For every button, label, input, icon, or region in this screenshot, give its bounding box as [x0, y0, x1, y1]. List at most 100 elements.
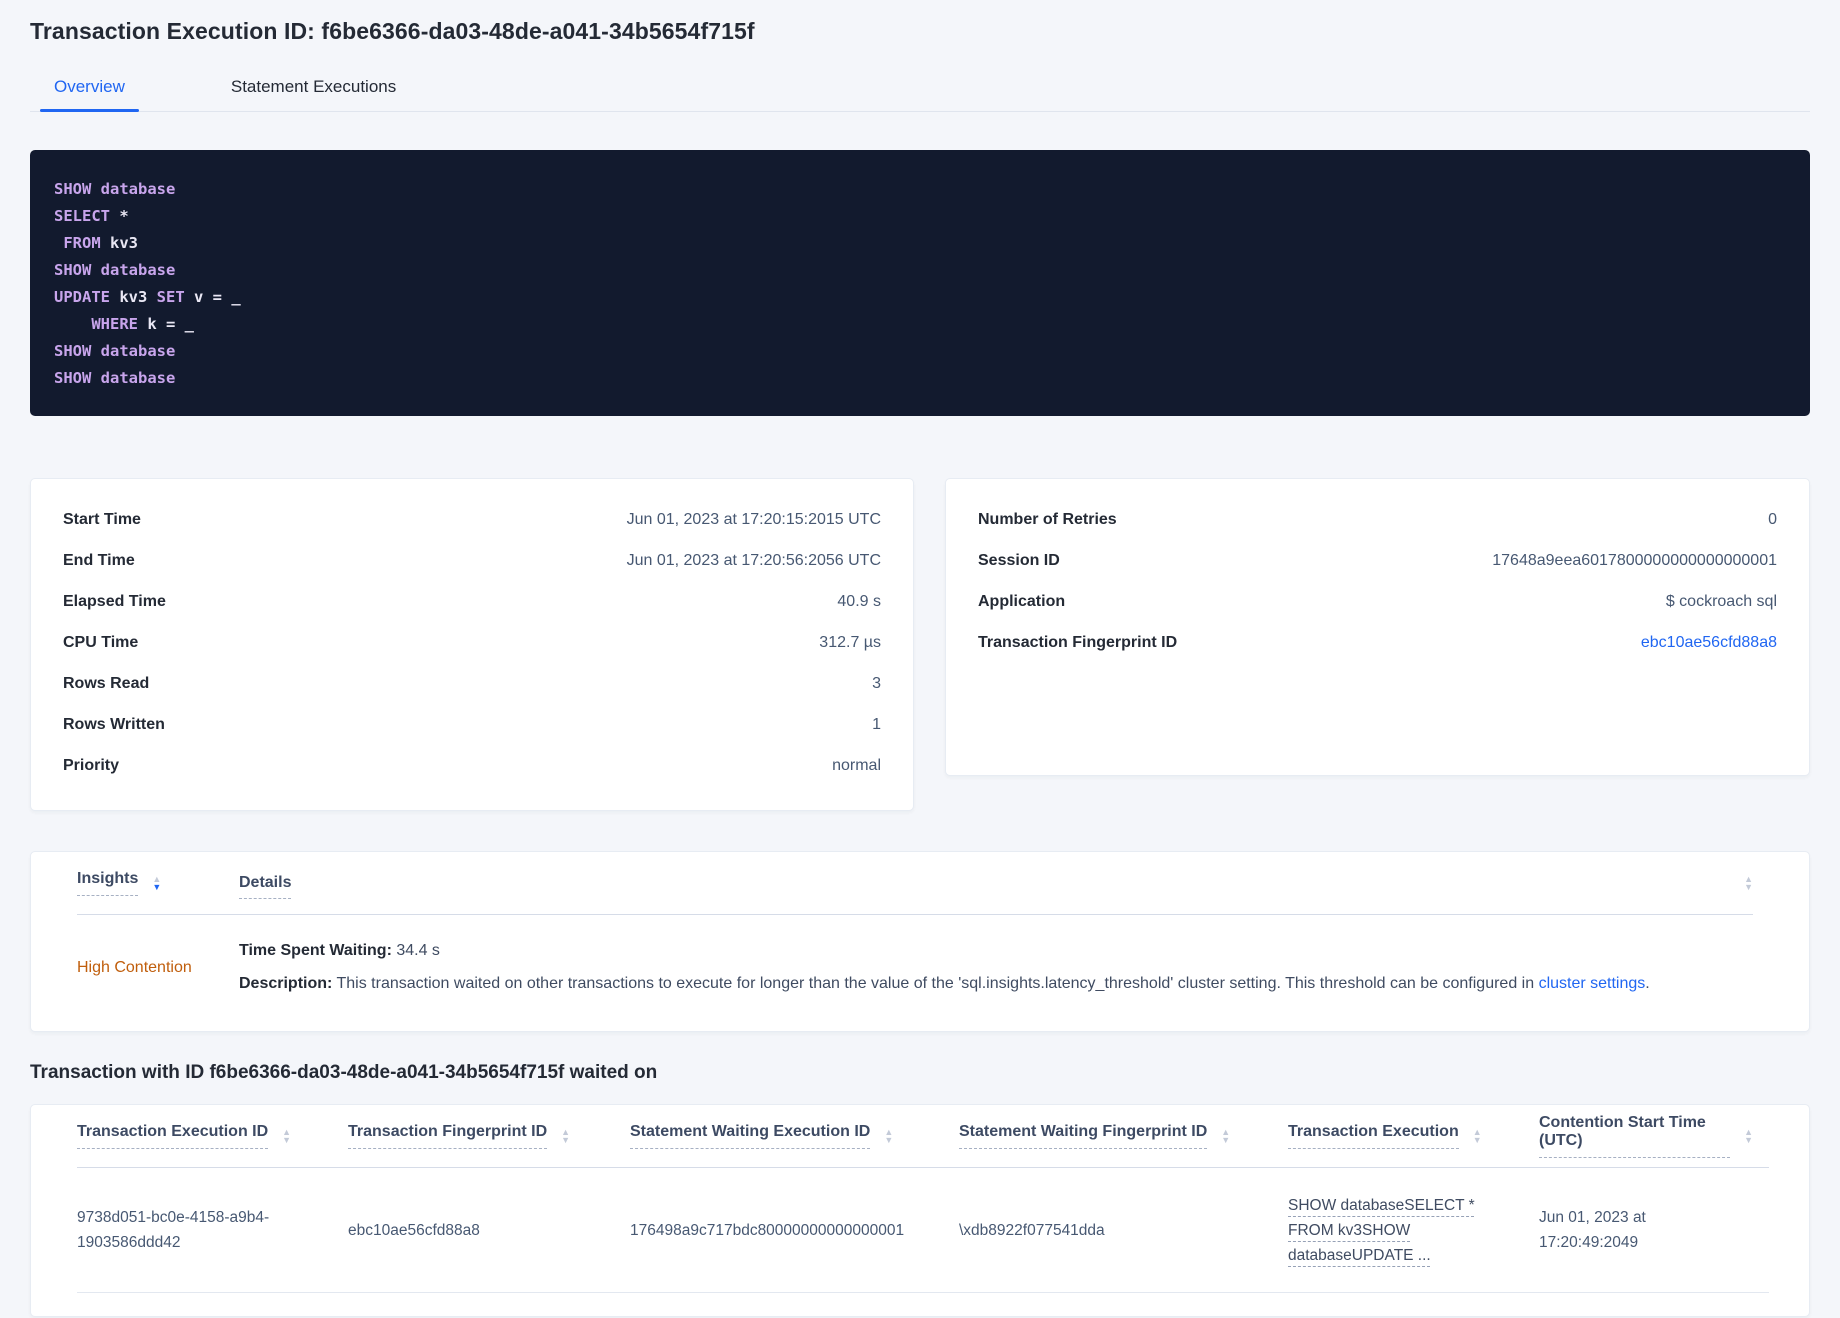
tab-overview[interactable]: Overview [40, 69, 139, 112]
time-spent-waiting-line: Time Spent Waiting: 34.4 s [239, 939, 1753, 963]
detail-label: Start Time [63, 510, 141, 528]
sql-statements-box: SHOW database SELECT * FROM kv3 SHOW datab… [30, 150, 1810, 416]
insight-row: High Contention Time Spent Waiting: 34.4… [77, 915, 1753, 1024]
detail-row: Number of Retries 0 [978, 499, 1777, 540]
cluster-settings-link[interactable]: cluster settings [1539, 975, 1646, 992]
detail-label: Rows Written [63, 715, 165, 733]
insight-type-badge: High Contention [77, 958, 192, 976]
sort-icon[interactable]: ▲ ▼ [282, 1128, 291, 1145]
detail-value: $ cockroach sql [1665, 592, 1777, 610]
transaction-fingerprint-id-cell: ebc10ae56cfd88a8 [348, 1221, 480, 1239]
detail-row: Transaction Fingerprint ID ebc10ae56cfd88… [978, 622, 1777, 663]
sql-statements-code: SHOW database SELECT * FROM kv3 SHOW datab… [54, 176, 1782, 392]
waited-on-table-header: Transaction Execution ID ▲ ▼ Transaction Fi… [77, 1105, 1769, 1168]
sort-icon[interactable]: ▲ ▼ [1744, 875, 1753, 892]
transaction-execution-cell: SHOW databaseSELECT * FROM kv3SHOW datab… [1288, 1193, 1539, 1268]
column-header-label: Transaction Execution ID [77, 1123, 269, 1149]
sql-line: SHOW database [54, 342, 176, 360]
detail-label: End Time [63, 551, 135, 569]
insights-table-header: Insights ▲ ▼ Details ▲ ▼ [77, 852, 1753, 915]
column-header[interactable]: Transaction Execution ID ▲ ▼ [77, 1123, 348, 1149]
detail-label: Application [978, 592, 1066, 610]
column-header-label: Transaction Fingerprint ID [348, 1123, 548, 1149]
details-column-label: Details [239, 874, 292, 899]
detail-row: Application $ cockroach sql [978, 581, 1777, 622]
detail-row: End Time Jun 01, 2023 at 17:20:56:2056 UT… [63, 540, 881, 581]
detail-value: 0 [1768, 510, 1777, 528]
insights-column-label: Insights [77, 870, 139, 896]
detail-value: 312.7 µs [819, 633, 881, 651]
detail-label: Transaction Fingerprint ID [978, 633, 1178, 651]
detail-label: Rows Read [63, 674, 150, 692]
column-header[interactable]: Transaction Execution ▲ ▼ [1288, 1123, 1539, 1149]
tab-bar: Overview Statement Executions [30, 69, 1810, 112]
statement-waiting-fingerprint-id-cell: \xdb8922f077541dda [959, 1221, 1105, 1239]
insights-column-header[interactable]: Insights ▲ ▼ [77, 870, 239, 896]
tab-statement-executions[interactable]: Statement Executions [217, 69, 410, 111]
detail-value: Jun 01, 2023 at 17:20:15:2015 UTC [626, 510, 881, 528]
column-header-label: Contention Start Time (UTC) [1539, 1114, 1731, 1158]
transaction-details-page: Transaction Execution ID: f6be6366-da03-… [0, 0, 1840, 1317]
sort-icon[interactable]: ▲ ▼ [1221, 1128, 1230, 1145]
sort-icon[interactable]: ▲ ▼ [152, 875, 161, 892]
transaction-fingerprint-link[interactable]: ebc10ae56cfd88a8 [1641, 634, 1777, 652]
statement-waiting-execution-id-cell: 176498a9c717bdc80000000000000001 [630, 1221, 905, 1239]
sort-icon[interactable]: ▲ ▼ [1744, 1128, 1753, 1145]
column-header-label: Statement Waiting Fingerprint ID [959, 1123, 1208, 1149]
sql-line: FROM kv3 [63, 234, 138, 252]
detail-value: 17648a9eea6017800000000000000001 [1492, 551, 1777, 569]
waited-on-heading: Transaction with ID f6be6366-da03-48de-a… [30, 1062, 658, 1083]
sort-icon[interactable]: ▲ ▼ [1473, 1128, 1482, 1145]
sql-line: SHOW database [54, 261, 176, 279]
sort-icon[interactable]: ▲ ▼ [561, 1128, 570, 1145]
column-header[interactable]: Statement Waiting Fingerprint ID ▲ ▼ [959, 1123, 1288, 1149]
column-header-label: Transaction Execution [1288, 1123, 1459, 1149]
detail-value: 40.9 s [837, 592, 881, 610]
detail-row: Rows Read 3 [63, 663, 881, 704]
waited-on-table-body: 9738d051-bc0e-4158-a9b4-1903586ddd42 ebc1… [77, 1168, 1769, 1293]
column-header[interactable]: Contention Start Time (UTC) ▲ ▼ [1539, 1114, 1769, 1158]
sql-line: UPDATE kv3 SET v = _ [54, 288, 241, 306]
insights-table: Insights ▲ ▼ Details ▲ ▼ High Contention T… [30, 851, 1810, 1032]
detail-label: Session ID [978, 551, 1060, 569]
transaction-execution-id-cell: 9738d051-bc0e-4158-a9b4-1903586ddd42 [77, 1209, 270, 1251]
detail-row: Start Time Jun 01, 2023 at 17:20:15:2015 … [63, 499, 881, 540]
sql-line: SELECT * [54, 207, 129, 225]
detail-value: Jun 01, 2023 at 17:20:56:2056 UTC [626, 551, 881, 569]
insight-details: Time Spent Waiting: 34.4 s Description: … [239, 939, 1753, 996]
detail-row: Elapsed Time 40.9 s [63, 581, 881, 622]
sql-line: SHOW database [54, 369, 176, 387]
detail-label: Priority [63, 756, 120, 774]
detail-value: 3 [872, 674, 881, 692]
sql-line: SHOW database [54, 180, 176, 198]
detail-label: CPU Time [63, 633, 139, 651]
waited-on-table: Transaction Execution ID ▲ ▼ Transaction Fi… [30, 1104, 1810, 1317]
contention-start-time-cell: Jun 01, 2023 at 17:20:49:2049 [1539, 1209, 1646, 1251]
description-line: Description: This transaction waited on … [239, 972, 1753, 996]
sort-icon[interactable]: ▲ ▼ [884, 1128, 893, 1145]
sql-line: WHERE k = _ [91, 315, 194, 333]
detail-row: Rows Written 1 [63, 704, 881, 745]
description-label: Description: [239, 975, 333, 992]
page-title: Transaction Execution ID: f6be6366-da03-… [30, 18, 755, 44]
column-header[interactable]: Statement Waiting Execution ID ▲ ▼ [630, 1123, 959, 1149]
time-spent-waiting-label: Time Spent Waiting: [239, 942, 392, 959]
detail-row: Session ID 17648a9eea60178000000000000000… [978, 540, 1777, 581]
transaction-timing-card: Start Time Jun 01, 2023 at 17:20:15:2015 … [30, 478, 914, 811]
time-spent-waiting-value: 34.4 s [396, 942, 440, 959]
detail-row: Priority normal [63, 745, 881, 786]
summary-cards-row: Start Time Jun 01, 2023 at 17:20:15:2015 … [30, 478, 1810, 811]
detail-value: 1 [872, 715, 881, 733]
transaction-meta-card: Number of Retries 0 Session ID 17648a9eea60… [945, 478, 1810, 776]
details-column-header[interactable]: Details [239, 874, 1744, 899]
column-header-label: Statement Waiting Execution ID [630, 1123, 871, 1149]
transaction-execution-link[interactable]: SHOW databaseSELECT * FROM kv3SHOW datab… [1288, 1197, 1475, 1264]
column-header[interactable]: Transaction Fingerprint ID ▲ ▼ [348, 1123, 630, 1149]
table-row: 9738d051-bc0e-4158-a9b4-1903586ddd42 ebc1… [77, 1168, 1769, 1293]
detail-value: normal [832, 756, 881, 774]
detail-label: Elapsed Time [63, 592, 166, 610]
description-suffix: . [1645, 975, 1650, 992]
description-text: This transaction waited on other transac… [336, 975, 1539, 992]
detail-label: Number of Retries [978, 510, 1117, 528]
detail-row: CPU Time 312.7 µs [63, 622, 881, 663]
